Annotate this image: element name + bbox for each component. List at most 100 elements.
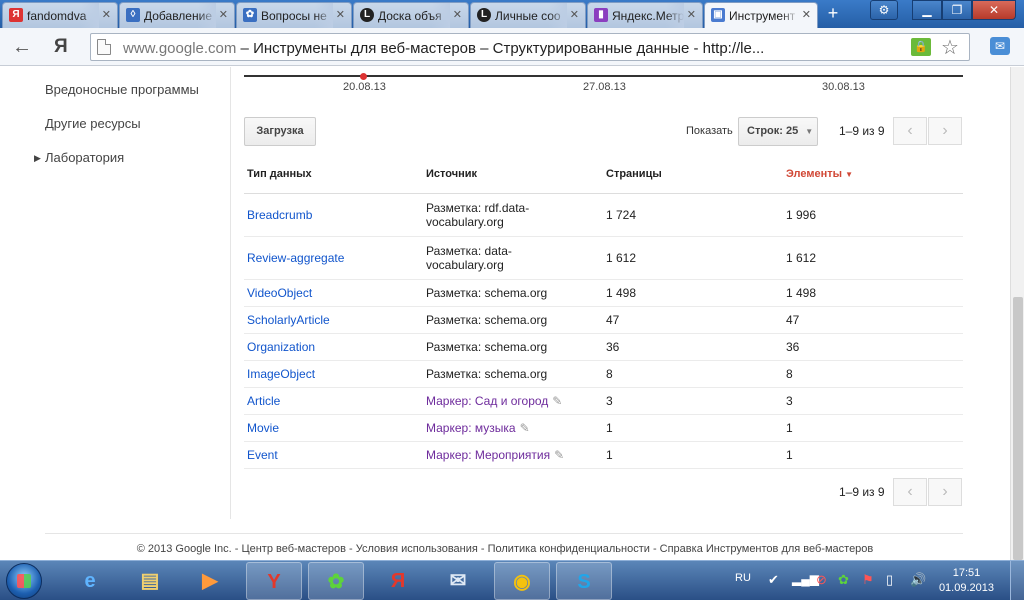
cell-items: 1 <box>783 441 963 469</box>
tray-check-icon[interactable]: ✔ <box>768 572 779 588</box>
media-player-icon[interactable]: ▶ <box>182 562 238 600</box>
cell-source: Разметка: data-vocabulary.org <box>423 236 603 280</box>
sidebar-item-malware[interactable]: Вредоносные программы <box>45 82 199 97</box>
marker-source-link[interactable]: Маркер: музыка <box>426 421 516 435</box>
cell-source: Маркер: музыка ✎ <box>423 414 603 442</box>
close-icon[interactable]: ✕ <box>336 8 345 21</box>
data-type-link[interactable]: ScholarlyArticle <box>247 313 330 327</box>
sidebar-item-other-resources[interactable]: Другие ресурсы <box>45 116 141 131</box>
marker-source-link[interactable]: Маркер: Мероприятия <box>426 448 550 462</box>
tray-blocked-icon[interactable]: ⊘ <box>816 572 827 588</box>
system-clock[interactable]: 17:51 01.09.2013 <box>939 566 994 596</box>
url-text[interactable]: www.google.com – Инструменты для веб-мас… <box>123 40 764 57</box>
chart-x-tick: 27.08.13 <box>583 81 626 93</box>
table-header-row: Тип данных Источник Страницы Элементы ▼ <box>244 156 963 194</box>
skype-icon[interactable]: S <box>556 562 612 600</box>
data-type-link[interactable]: Movie <box>247 421 279 435</box>
tray-flag-icon[interactable]: ⚑ <box>862 572 874 588</box>
internet-explorer-icon[interactable]: e <box>62 562 118 600</box>
expand-triangle-icon[interactable]: ▶ <box>34 153 41 164</box>
star-icon[interactable]: ☆ <box>941 35 959 60</box>
yandex-icon[interactable]: Я <box>370 562 426 600</box>
yandex-browser-icon[interactable]: Y <box>246 562 302 600</box>
cell-items: 8 <box>783 360 963 388</box>
close-icon[interactable]: ✕ <box>102 8 111 21</box>
column-header-pages[interactable]: Страницы <box>603 156 783 194</box>
prev-page-button[interactable]: ‹ <box>893 117 927 145</box>
mail-icon[interactable]: ✉ <box>430 562 486 600</box>
prev-page-button-bottom[interactable]: ‹ <box>893 478 927 506</box>
device-icon[interactable]: ▯ <box>886 572 893 588</box>
footer-divider <box>45 533 963 534</box>
cell-source: Разметка: schema.org <box>423 360 603 388</box>
lock-icon[interactable]: 🔒 <box>911 38 931 56</box>
marker-source-link[interactable]: Маркер: Сад и огород <box>426 394 548 408</box>
source-text: Разметка: rdf.data-vocabulary.org <box>426 200 530 229</box>
edit-pencil-icon[interactable]: ✎ <box>520 421 530 435</box>
language-indicator[interactable]: RU <box>735 572 751 584</box>
sidebar-divider <box>230 67 231 519</box>
mail-extension-icon[interactable]: ✉ <box>990 37 1010 55</box>
back-arrow-icon[interactable]: ← <box>12 36 32 59</box>
webmaster-tools-icon: ▣ <box>711 8 725 22</box>
data-type-link[interactable]: ImageObject <box>247 367 315 381</box>
new-tab-button[interactable]: + <box>822 4 844 22</box>
browser-tab-3[interactable]: ✿ Вопросы не ✕ <box>236 2 352 28</box>
network-signal-icon[interactable]: ▂▄▆ <box>792 572 819 586</box>
close-icon[interactable]: ✕ <box>453 8 462 21</box>
chart-data-point[interactable] <box>360 73 367 80</box>
browser-tab-5[interactable]: L Личные соо ✕ <box>470 2 586 28</box>
minimize-button[interactable]: ▁ <box>912 0 942 20</box>
cell-source: Разметка: schema.org <box>423 279 603 307</box>
cell-data-type: Article <box>244 387 423 415</box>
page-icon <box>97 39 111 55</box>
start-button[interactable] <box>6 563 42 599</box>
data-type-link[interactable]: Organization <box>247 340 315 354</box>
browser-tab-4[interactable]: L Доска объя ✕ <box>353 2 469 28</box>
cell-data-type: Movie <box>244 414 423 442</box>
close-icon[interactable]: ✕ <box>687 8 696 21</box>
next-page-button-bottom[interactable]: › <box>928 478 962 506</box>
download-button[interactable]: Загрузка <box>244 117 316 146</box>
data-type-link[interactable]: Breadcrumb <box>247 208 312 222</box>
vertical-scrollbar[interactable] <box>1010 67 1024 560</box>
cell-data-type: Review-aggregate <box>244 236 423 280</box>
chrome-icon[interactable]: ◉ <box>494 562 550 600</box>
address-bar[interactable]: www.google.com – Инструменты для веб-мас… <box>90 33 970 61</box>
source-text: Разметка: schema.org <box>426 285 548 300</box>
file-explorer-icon[interactable]: ▤ <box>122 562 178 600</box>
gear-icon[interactable]: ⚙ <box>870 0 898 20</box>
browser-tab-6[interactable]: ▮ Яндекс.Метр ✕ <box>587 2 703 28</box>
close-icon[interactable]: ✕ <box>802 8 811 21</box>
browser-tab-7-active[interactable]: ▣ Инструмент ✕ <box>704 2 818 29</box>
tab-strip: Я fandomdva ✕ ◊ Добавление ✕ ✿ Вопросы н… <box>0 0 1024 29</box>
edit-pencil-icon[interactable]: ✎ <box>552 394 562 408</box>
close-icon[interactable]: ✕ <box>219 8 228 21</box>
next-page-button[interactable]: › <box>928 117 962 145</box>
browser-tab-2[interactable]: ◊ Добавление ✕ <box>119 2 235 28</box>
browser-tab-1[interactable]: Я fandomdva ✕ <box>2 2 118 28</box>
data-type-link[interactable]: Review-aggregate <box>247 251 344 265</box>
yandex-home-icon[interactable]: Я <box>54 36 68 58</box>
icq-icon[interactable]: ✿ <box>308 562 364 600</box>
column-header-items[interactable]: Элементы ▼ <box>783 156 963 194</box>
column-header-source[interactable]: Источник <box>423 156 603 194</box>
site-favicon-icon: ◊ <box>126 8 140 22</box>
edit-pencil-icon[interactable]: ✎ <box>554 448 564 462</box>
data-type-link[interactable]: Event <box>247 448 278 462</box>
volume-icon[interactable]: 🔊 <box>910 572 926 588</box>
show-desktop-button[interactable] <box>1010 561 1024 600</box>
cell-pages: 1 <box>603 414 783 442</box>
close-icon[interactable]: ✕ <box>570 8 579 21</box>
scrollbar-thumb[interactable] <box>1013 297 1023 560</box>
data-type-link[interactable]: Article <box>247 394 280 408</box>
sidebar-item-labs[interactable]: Лаборатория <box>45 150 124 165</box>
table-row: Organization Разметка: schema.org 36 36 <box>244 333 963 361</box>
rows-per-page-select[interactable]: Строк: 25 ▼ <box>738 117 818 146</box>
icq-tray-icon[interactable]: ✿ <box>838 572 849 588</box>
cell-source: Разметка: schema.org <box>423 306 603 334</box>
close-window-button[interactable]: ✕ <box>972 0 1016 20</box>
data-type-link[interactable]: VideoObject <box>247 286 312 300</box>
column-header-type[interactable]: Тип данных <box>244 156 423 194</box>
maximize-button[interactable]: ❐ <box>942 0 972 20</box>
